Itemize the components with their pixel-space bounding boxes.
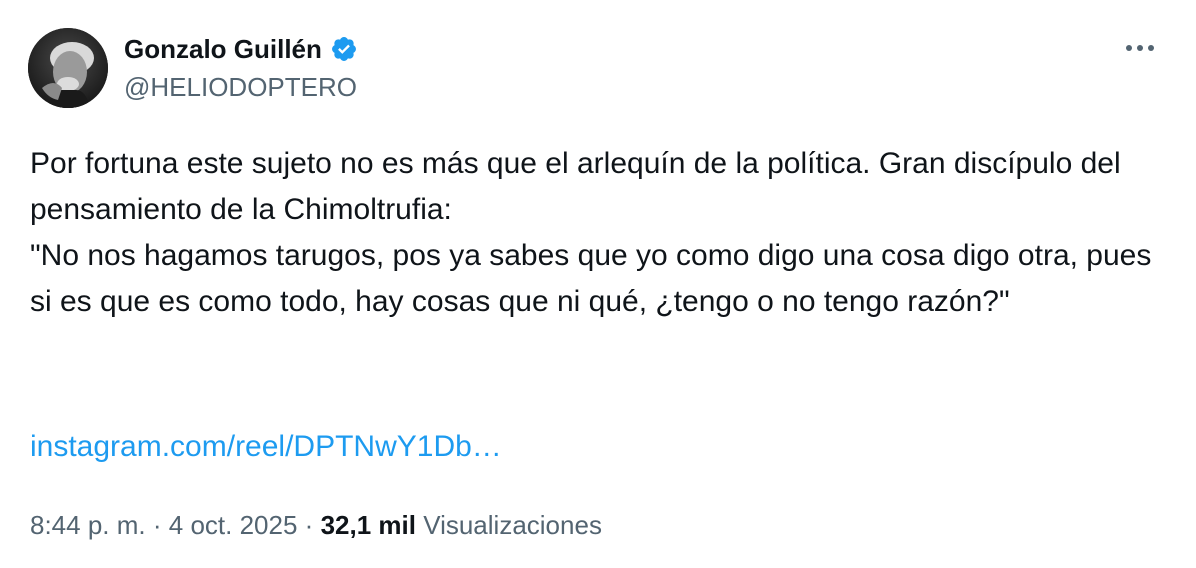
verified-badge-icon	[330, 35, 358, 63]
meta-separator: ·	[304, 510, 314, 540]
tweet-text: Por fortuna este sujeto no es más que el…	[30, 141, 1170, 325]
tweet-text-line: "No nos hagamos tarugos, pos ya sabes qu…	[30, 239, 1152, 318]
tweet: Gonzalo Guillén @HELIODOPTERO Por fortun…	[0, 0, 1196, 568]
author-handle[interactable]: @HELIODOPTERO	[124, 70, 357, 104]
avatar[interactable]	[28, 28, 108, 108]
tweet-meta: 8:44 p. m. · 4 oct. 2025 · 32,1 mil Visu…	[30, 505, 602, 545]
meta-separator: ·	[152, 510, 162, 540]
tweet-date[interactable]: 4 oct. 2025	[169, 510, 298, 540]
views-count[interactable]: 32,1 mil	[321, 510, 416, 540]
author-name-row[interactable]: Gonzalo Guillén	[124, 32, 358, 66]
avatar-photo	[28, 28, 108, 108]
author-display-name[interactable]: Gonzalo Guillén	[124, 32, 322, 66]
views-label: Visualizaciones	[423, 510, 602, 540]
tweet-time[interactable]: 8:44 p. m.	[30, 510, 146, 540]
tweet-text-line: Por fortuna este sujeto no es más que el…	[30, 147, 1121, 226]
tweet-link[interactable]: instagram.com/reel/DPTNwY1Db…	[30, 424, 502, 470]
more-options-button[interactable]	[1118, 30, 1162, 66]
more-horizontal-icon	[1126, 45, 1154, 51]
